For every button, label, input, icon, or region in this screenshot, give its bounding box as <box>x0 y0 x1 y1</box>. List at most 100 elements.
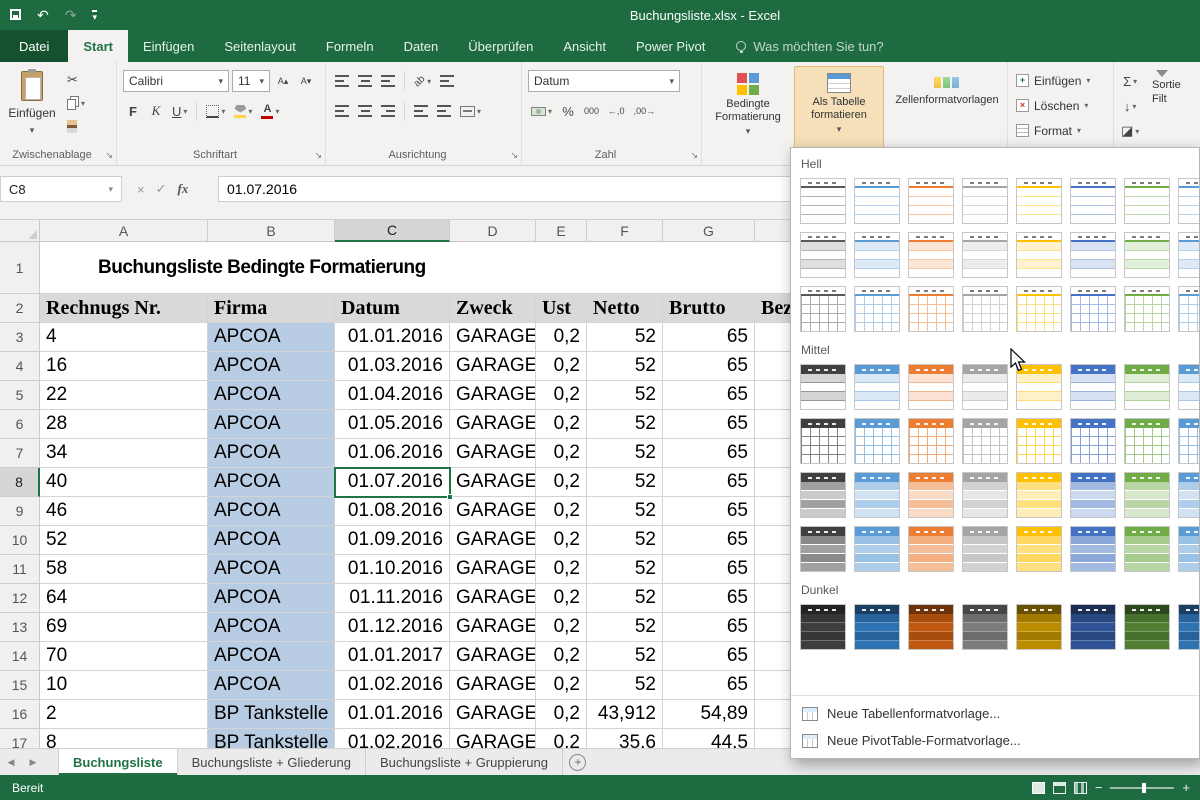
percent-style-button[interactable]: % <box>558 100 578 122</box>
autosum-button[interactable]: Σ ▾ <box>1118 70 1142 92</box>
table-style-hell-3-3[interactable] <box>908 286 954 332</box>
header-cell-zweck[interactable]: Zweck <box>450 294 536 323</box>
cell-C17[interactable]: 01.02.2016 <box>335 729 450 748</box>
format-as-table-button[interactable]: Als Tabelle formatieren ▾ <box>794 66 884 160</box>
cell-E16[interactable]: 0,2 <box>536 700 587 729</box>
table-style-dunkel-1-7[interactable] <box>1124 604 1170 650</box>
fill-button[interactable]: ↓ ▾ <box>1118 95 1142 117</box>
table-style-hell-2-6[interactable] <box>1070 232 1116 278</box>
table-style-mittel-1-6[interactable] <box>1070 364 1116 410</box>
table-style-hell-1-6[interactable] <box>1070 178 1116 224</box>
cell-B8[interactable]: APCOA <box>208 468 335 497</box>
cell-D8[interactable]: GARAGE <box>450 468 536 497</box>
table-style-hell-3-5[interactable] <box>1016 286 1062 332</box>
cell-G14[interactable]: 65 <box>663 642 755 671</box>
table-style-mittel-3-7[interactable] <box>1124 472 1170 518</box>
table-style-dunkel-1-4[interactable] <box>962 604 1008 650</box>
row-header-14[interactable]: 14 <box>0 642 40 671</box>
select-all-corner[interactable] <box>0 220 40 242</box>
cell-G10[interactable]: 65 <box>663 526 755 555</box>
increase-decimal-button[interactable]: ←,0 <box>605 100 628 122</box>
cell-F5[interactable]: 52 <box>587 381 663 410</box>
format-cells-button[interactable]: Format ▾ <box>1012 120 1094 141</box>
table-style-dunkel-1-3[interactable] <box>908 604 954 650</box>
sort-filter-button[interactable]: Sortie Filt <box>1152 70 1200 105</box>
ribbon-tab-daten[interactable]: Daten <box>389 30 454 62</box>
row-header-15[interactable]: 15 <box>0 671 40 700</box>
cell-D11[interactable]: GARAGE <box>450 555 536 584</box>
cell-A7[interactable]: 34 <box>40 439 208 468</box>
table-style-mittel-2-4[interactable] <box>962 418 1008 464</box>
cell-E15[interactable]: 0,2 <box>536 671 587 700</box>
cell-F13[interactable]: 52 <box>587 613 663 642</box>
table-style-mittel-3-4[interactable] <box>962 472 1008 518</box>
table-style-hell-1-5[interactable] <box>1016 178 1062 224</box>
underline-button[interactable]: U ▾ <box>169 100 190 122</box>
cell-D14[interactable]: GARAGE <box>450 642 536 671</box>
cell-D16[interactable]: GARAGE <box>450 700 536 729</box>
column-header-f[interactable]: F <box>587 220 663 242</box>
table-style-mittel-4-6[interactable] <box>1070 526 1116 572</box>
table-style-hell-3-2[interactable] <box>854 286 900 332</box>
ribbon-tab-power-pivot[interactable]: Power Pivot <box>621 30 720 62</box>
table-style-mittel-3-1[interactable] <box>800 472 846 518</box>
new-table-style-menu-item[interactable]: Neue Tabellenformatvorlage... <box>791 700 1199 727</box>
cell-B17[interactable]: BP Tankstelle <box>208 729 335 748</box>
clear-button[interactable]: ◪ ▾ <box>1118 120 1142 142</box>
table-style-dunkel-1-5[interactable] <box>1016 604 1062 650</box>
cell-D7[interactable]: GARAGE <box>450 439 536 468</box>
row-header-5[interactable]: 5 <box>0 381 40 410</box>
cell-E12[interactable]: 0,2 <box>536 584 587 613</box>
cell-F6[interactable]: 52 <box>587 410 663 439</box>
table-style-mittel-2-3[interactable] <box>908 418 954 464</box>
cell-B11[interactable]: APCOA <box>208 555 335 584</box>
column-header-g[interactable]: G <box>663 220 755 242</box>
table-style-mittel-2-5[interactable] <box>1016 418 1062 464</box>
bold-button[interactable]: F <box>123 100 143 122</box>
cell-A15[interactable]: 10 <box>40 671 208 700</box>
font-name-combo[interactable]: Calibri ▾ <box>123 70 229 92</box>
header-cell-netto[interactable]: Netto <box>587 294 663 323</box>
cell-F11[interactable]: 52 <box>587 555 663 584</box>
cell-G12[interactable]: 65 <box>663 584 755 613</box>
cell-D6[interactable]: GARAGE <box>450 410 536 439</box>
new-pivot-style-menu-item[interactable]: Neue PivotTable-Formatvorlage... <box>791 727 1199 754</box>
table-style-mittel-1-2[interactable] <box>854 364 900 410</box>
table-style-hell-3-1[interactable] <box>800 286 846 332</box>
conditional-formatting-button[interactable]: Bedingte Formatierung ▾ <box>705 66 791 160</box>
alignment-dialog-launcher[interactable]: ↘ <box>510 150 518 161</box>
cell-D9[interactable]: GARAGE <box>450 497 536 526</box>
cell-D10[interactable]: GARAGE <box>450 526 536 555</box>
cell-A3[interactable]: 4 <box>40 323 208 352</box>
enter-button[interactable]: ✓ <box>156 181 167 197</box>
save-button[interactable] <box>10 8 21 22</box>
cell-D17[interactable]: GARAGE <box>450 729 536 748</box>
row-header-3[interactable]: 3 <box>0 323 40 352</box>
table-style-mittel-3-8[interactable] <box>1178 472 1199 518</box>
sheet-nav-left-button[interactable]: ◀ <box>0 749 22 775</box>
table-style-mittel-2-1[interactable] <box>800 418 846 464</box>
cell-C8[interactable]: 01.07.2016 <box>335 468 450 497</box>
cell-E17[interactable]: 0,2 <box>536 729 587 748</box>
cell-A8[interactable]: 40 <box>40 468 208 497</box>
table-style-mittel-4-7[interactable] <box>1124 526 1170 572</box>
sheet-tab-buchungsliste-gruppierung[interactable]: Buchungsliste + Gruppierung <box>366 749 563 775</box>
tell-me-box[interactable]: Was möchten Sie tun? <box>736 30 884 62</box>
table-style-mittel-1-8[interactable] <box>1178 364 1199 410</box>
decrease-indent-button[interactable] <box>411 100 431 122</box>
cell-F8[interactable]: 52 <box>587 468 663 497</box>
accounting-format-button[interactable]: ▾ <box>528 100 555 122</box>
cell-F3[interactable]: 52 <box>587 323 663 352</box>
cell-A9[interactable]: 46 <box>40 497 208 526</box>
fill-color-button[interactable]: ▾ <box>231 100 255 122</box>
delete-cells-button[interactable]: × Löschen ▾ <box>1012 95 1094 116</box>
cell-D3[interactable]: GARAGE <box>450 323 536 352</box>
table-style-mittel-3-2[interactable] <box>854 472 900 518</box>
row-header-17[interactable]: 17 <box>0 729 40 748</box>
row-header-4[interactable]: 4 <box>0 352 40 381</box>
zoom-slider[interactable] <box>1110 782 1175 793</box>
table-style-hell-1-2[interactable] <box>854 178 900 224</box>
table-style-hell-1-3[interactable] <box>908 178 954 224</box>
insert-cells-button[interactable]: + Einfügen ▾ <box>1012 70 1094 91</box>
table-style-mittel-4-1[interactable] <box>800 526 846 572</box>
